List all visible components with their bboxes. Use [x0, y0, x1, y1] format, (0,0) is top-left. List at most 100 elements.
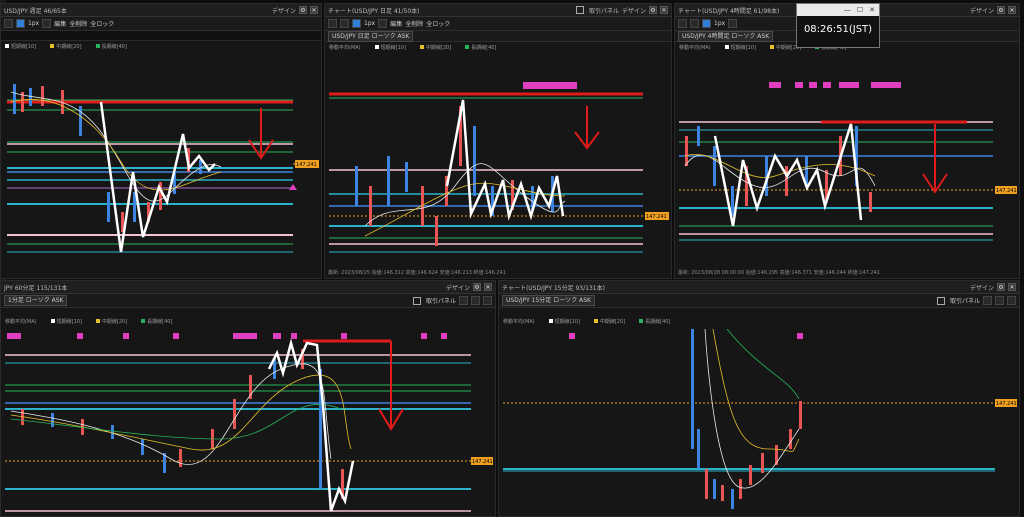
- down-arrow: [574, 106, 600, 150]
- zoom-in-icon[interactable]: [471, 296, 480, 305]
- legend-ma1: 短期線[10]: [5, 43, 36, 50]
- close-icon[interactable]: ✕: [660, 6, 668, 14]
- symbol-select[interactable]: USD/JPY 4時間足 ローソク ASK: [678, 30, 774, 42]
- trade-panel-checkbox[interactable]: [936, 296, 945, 305]
- clock-window[interactable]: — ☐ ✕ 08:26:51(JST): [796, 3, 880, 48]
- design-label[interactable]: デザイン: [970, 283, 994, 292]
- design-label[interactable]: デザイン: [272, 6, 296, 15]
- line-style-icon[interactable]: [728, 19, 738, 28]
- design-label[interactable]: デザイン: [970, 6, 994, 15]
- panel-title: JPY 60分足 115/131本: [4, 284, 68, 292]
- cursor-tool-icon[interactable]: [4, 19, 13, 28]
- candles: [691, 329, 802, 509]
- price-chart[interactable]: 147.241: [325, 76, 671, 266]
- symbol-select[interactable]: USD/JPY 日足 ローソク ASK: [328, 30, 414, 42]
- horizontal-lines: [503, 402, 995, 472]
- down-arrow: [248, 108, 274, 160]
- close-icon[interactable]: ✕: [310, 6, 318, 14]
- chart-panel-daily: チャート(USD/JPY 日足 41/50本) 取引パネル デザイン ⚙ ✕ 1…: [324, 3, 672, 279]
- legend-ma2: 中期線[20]: [95, 318, 127, 325]
- minimize-icon[interactable]: —: [844, 6, 851, 14]
- legend-ma3: 長期線[40]: [465, 44, 496, 51]
- legend: 移動平均(MA) 短期線[10] 中期線[20] 長期線[40]: [1, 316, 495, 326]
- price-chart[interactable]: 147.241: [675, 76, 1019, 266]
- close-icon[interactable]: ✕: [869, 6, 875, 14]
- trade-panel-label: 取引パネル: [425, 298, 456, 305]
- line-width[interactable]: 1px: [364, 20, 375, 27]
- settings-icon[interactable]: ⚙: [299, 6, 307, 14]
- panel-title: チャート(USD/JPY 日足 41/50本): [328, 7, 420, 15]
- zigzag-line: [99, 101, 216, 253]
- line-width[interactable]: 1px: [28, 20, 39, 27]
- legend-ma3: 長期線[40]: [95, 43, 127, 50]
- legend-ma1: 短期線[10]: [724, 44, 756, 51]
- design-label[interactable]: デザイン: [622, 6, 646, 15]
- legend-ma1: 短期線[10]: [374, 44, 406, 51]
- delete-all-button[interactable]: 全削除: [405, 19, 423, 28]
- panel-titlebar: JPY 60分足 115/131本 デザイン ⚙ ✕: [1, 281, 495, 294]
- settings-icon[interactable]: ⚙: [997, 283, 1005, 291]
- panel-title: USD/JPY 週足 46/65本: [4, 7, 67, 15]
- color-tool-icon[interactable]: [702, 19, 711, 28]
- chart-panel-weekly: USD/JPY 週足 46/65本 デザイン ⚙ ✕ 1px 編集 全削除 全ロ…: [0, 3, 322, 279]
- close-icon[interactable]: ✕: [484, 283, 492, 291]
- line-style-icon[interactable]: [378, 19, 388, 28]
- settings-icon[interactable]: ⚙: [649, 6, 657, 14]
- price-chart[interactable]: 147.241: [499, 329, 1019, 517]
- lock-all-button[interactable]: 全ロック: [426, 19, 450, 28]
- panel-toolbar: 1分足 ローソク ASK 取引パネル: [1, 294, 495, 308]
- signal-markers: [7, 333, 447, 339]
- legend-ma-small: 移動平均(MA): [679, 44, 711, 51]
- edit-button[interactable]: 編集: [390, 19, 402, 28]
- line-style-icon[interactable]: [42, 19, 52, 28]
- line-tool-icon[interactable]: [340, 19, 349, 28]
- panel-toolbar: 1px 編集 全削除 全ロック: [1, 17, 321, 31]
- cursor-tool-icon[interactable]: [328, 19, 337, 28]
- ma-short: [10, 91, 222, 202]
- legend-ma1: 短期線[10]: [50, 318, 82, 325]
- settings-icon[interactable]: ⚙: [473, 283, 481, 291]
- panel-toolbar: USD/JPY 15分足 ローソク ASK 取引パネル: [499, 294, 1019, 308]
- lock-all-button[interactable]: 全ロック: [90, 19, 114, 28]
- price-chart[interactable]: 147.241: [1, 72, 321, 272]
- signal-markers: [523, 82, 577, 89]
- price-footer: 最新: 2023/08/25 始値:146.312 高値:146.624 安値:…: [328, 270, 506, 276]
- legend-ma2: 中期線[20]: [593, 318, 625, 325]
- cursor-tool-icon[interactable]: [678, 19, 687, 28]
- symbol-select[interactable]: USD/JPY 15分足 ローソク ASK: [502, 295, 595, 306]
- settings-icon[interactable]: ⚙: [997, 6, 1005, 14]
- symbol-select[interactable]: 1分足 ローソク ASK: [4, 295, 68, 306]
- color-tool-icon[interactable]: [352, 19, 361, 28]
- zoom-out-icon[interactable]: [1007, 296, 1016, 305]
- line-width[interactable]: 1px: [714, 20, 725, 27]
- panel-titlebar: USD/JPY 週足 46/65本 デザイン ⚙ ✕: [1, 4, 321, 17]
- ma-mid: [10, 374, 352, 451]
- ma-long: [726, 329, 800, 400]
- price-chart[interactable]: 147.241: [1, 329, 495, 517]
- close-icon[interactable]: ✕: [1008, 283, 1016, 291]
- price-tag-text: 147.241: [296, 162, 317, 168]
- trade-panel-checkbox[interactable]: [412, 296, 421, 305]
- legend-ma-small: 移動平均(MA): [329, 44, 361, 51]
- alert-icon: [289, 184, 297, 190]
- zoom-out-icon[interactable]: [483, 296, 492, 305]
- ma-mid: [712, 329, 800, 452]
- trade-panel-checkbox[interactable]: [575, 6, 584, 14]
- horizontal-lines: [679, 120, 993, 241]
- candles: [21, 349, 344, 499]
- horizontal-lines: [329, 92, 643, 253]
- clock-titlebar: — ☐ ✕: [797, 4, 879, 16]
- color-tool-icon[interactable]: [16, 19, 25, 28]
- chart-panel-15m: チャート(USD/JPY 15分足 93/131本) デザイン ⚙ ✕ USD/…: [498, 280, 1020, 517]
- design-label[interactable]: デザイン: [446, 283, 470, 292]
- crosshair-tool-icon[interactable]: [459, 296, 468, 305]
- close-icon[interactable]: ✕: [1008, 6, 1016, 14]
- edit-button[interactable]: 編集: [54, 19, 66, 28]
- ma-mid: [10, 99, 222, 191]
- line-tool-icon[interactable]: [690, 19, 699, 28]
- zoom-in-icon[interactable]: [995, 296, 1004, 305]
- overview-strip[interactable]: [1, 31, 321, 41]
- maximize-icon[interactable]: ☐: [857, 6, 863, 14]
- delete-all-button[interactable]: 全削除: [69, 19, 87, 28]
- crosshair-tool-icon[interactable]: [983, 296, 992, 305]
